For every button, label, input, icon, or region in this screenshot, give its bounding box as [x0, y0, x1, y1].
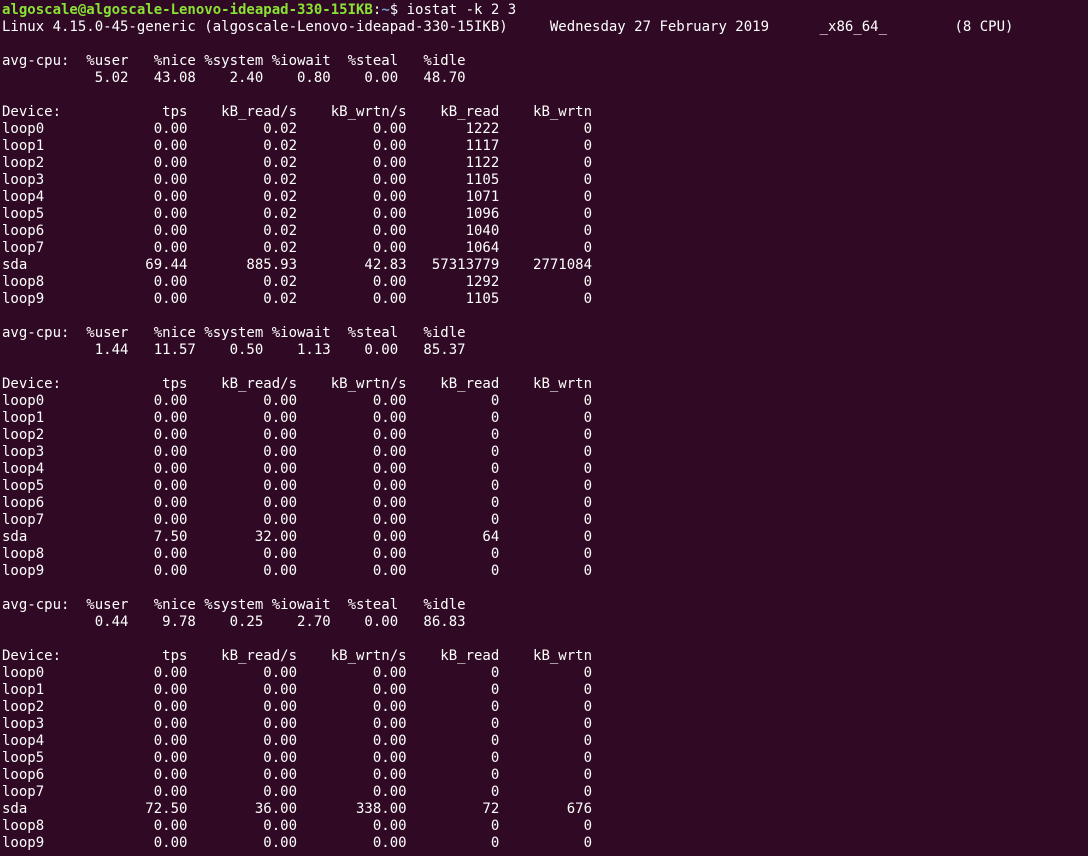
prompt-line: algoscale@algoscale-Lenovo-ideapad-330-1…	[2, 2, 516, 19]
output-line: sda 69.44 885.93 42.83 57313779 2771084	[2, 257, 593, 273]
output-line: loop8 0.00 0.02 0.00 1292 0	[2, 274, 593, 290]
output-line: loop0 0.00 0.02 0.00 1222 0	[2, 121, 593, 137]
output-line: loop5 0.00 0.00 0.00 0 0	[2, 478, 593, 494]
output-line: Device: tps kB_read/s kB_wrtn/s kB_read …	[2, 376, 593, 392]
output-line: avg-cpu: %user %nice %system %iowait %st…	[2, 53, 466, 69]
output-line: loop2 0.00 0.00 0.00 0 0	[2, 699, 593, 715]
output-line: loop0 0.00 0.00 0.00 0 0	[2, 393, 593, 409]
output-line: loop1 0.00 0.02 0.00 1117 0	[2, 138, 593, 154]
output-line: loop6 0.00 0.02 0.00 1040 0	[2, 223, 593, 239]
output-line: avg-cpu: %user %nice %system %iowait %st…	[2, 597, 466, 613]
output-line: avg-cpu: %user %nice %system %iowait %st…	[2, 325, 466, 341]
output-line: loop6 0.00 0.00 0.00 0 0	[2, 767, 593, 783]
output-line: loop5 0.00 0.00 0.00 0 0	[2, 750, 593, 766]
output-line: loop4 0.00 0.02 0.00 1071 0	[2, 189, 593, 205]
output-line: loop0 0.00 0.00 0.00 0 0	[2, 665, 593, 681]
output-line: loop9 0.00 0.00 0.00 0 0	[2, 563, 593, 579]
output-line: Device: tps kB_read/s kB_wrtn/s kB_read …	[2, 104, 593, 120]
output-line: loop1 0.00 0.00 0.00 0 0	[2, 410, 593, 426]
output-line: 1.44 11.57 0.50 1.13 0.00 85.37	[2, 342, 466, 358]
prompt-cwd: ~	[381, 2, 390, 18]
output-line: loop3 0.00 0.00 0.00 0 0	[2, 444, 593, 460]
output-line: loop7 0.00 0.00 0.00 0 0	[2, 512, 593, 528]
output-line: loop8 0.00 0.00 0.00 0 0	[2, 818, 593, 834]
output-line: loop7 0.00 0.00 0.00 0 0	[2, 784, 593, 800]
output-line: loop9 0.00 0.02 0.00 1105 0	[2, 291, 593, 307]
output-line: loop2 0.00 0.02 0.00 1122 0	[2, 155, 593, 171]
output-line: sda 72.50 36.00 338.00 72 676	[2, 801, 593, 817]
output-line: 0.44 9.78 0.25 2.70 0.00 86.83	[2, 614, 466, 630]
output-line: sda 7.50 32.00 0.00 64 0	[2, 529, 593, 545]
output-line: loop2 0.00 0.00 0.00 0 0	[2, 427, 593, 443]
prompt-symbol: $	[389, 2, 407, 18]
output-line: loop4 0.00 0.00 0.00 0 0	[2, 461, 593, 477]
output-line: loop9 0.00 0.00 0.00 0 0	[2, 835, 593, 851]
output-line: loop8 0.00 0.00 0.00 0 0	[2, 546, 593, 562]
prompt-user-host: algoscale@algoscale-Lenovo-ideapad-330-1…	[2, 2, 373, 18]
output-line: loop6 0.00 0.00 0.00 0 0	[2, 495, 593, 511]
output-line: loop3 0.00 0.02 0.00 1105 0	[2, 172, 593, 188]
command-text: iostat -k 2 3	[406, 2, 517, 18]
output-line: loop5 0.00 0.02 0.00 1096 0	[2, 206, 593, 222]
output-line: Device: tps kB_read/s kB_wrtn/s kB_read …	[2, 648, 593, 664]
output-line: loop4 0.00 0.00 0.00 0 0	[2, 733, 593, 749]
output-line: loop3 0.00 0.00 0.00 0 0	[2, 716, 593, 732]
system-info-line: Linux 4.15.0-45-generic (algoscale-Lenov…	[2, 19, 1014, 35]
output-line: loop7 0.00 0.02 0.00 1064 0	[2, 240, 593, 256]
output-line: loop1 0.00 0.00 0.00 0 0	[2, 682, 593, 698]
terminal-window[interactable]: algoscale@algoscale-Lenovo-ideapad-330-1…	[0, 0, 1088, 856]
output-line: 5.02 43.08 2.40 0.80 0.00 48.70	[2, 70, 466, 86]
